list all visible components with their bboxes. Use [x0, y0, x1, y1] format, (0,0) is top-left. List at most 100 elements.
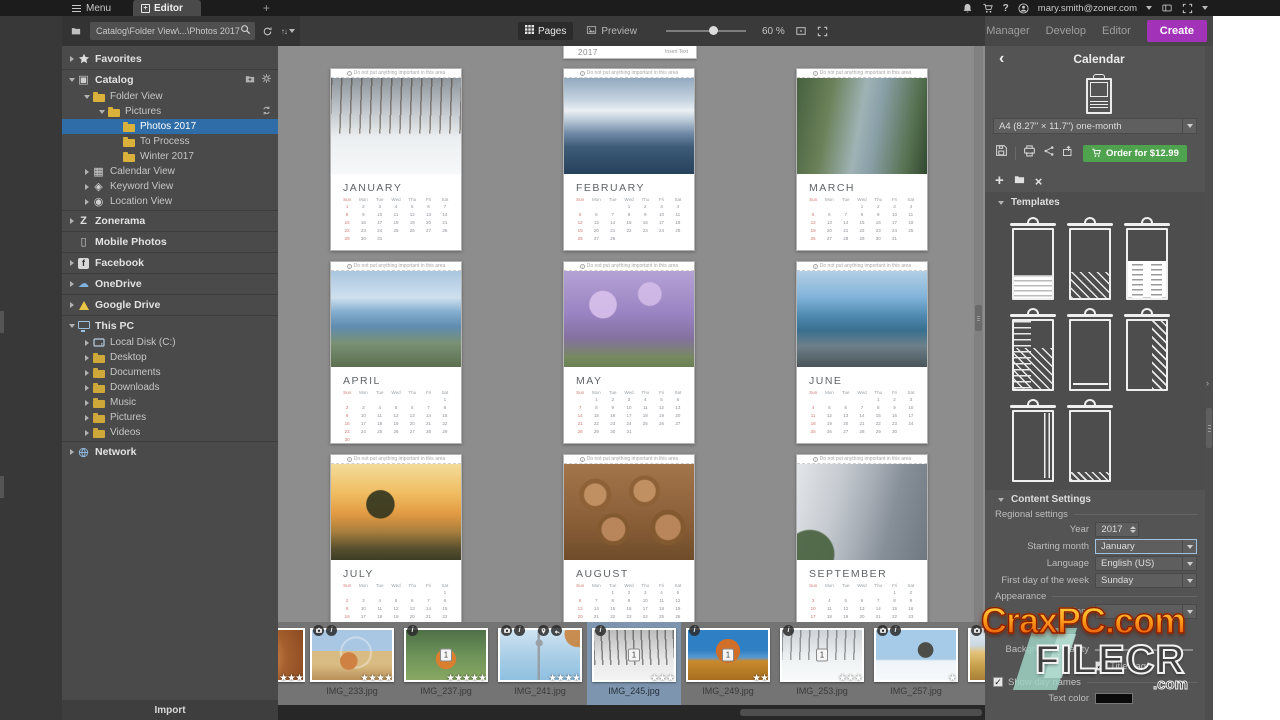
calendar-page-april[interactable]: iDo not put anything important in this a… — [330, 261, 462, 444]
calendar-page-february[interactable]: iDo not put anything important in this a… — [563, 68, 695, 251]
sidebar-item-downloads[interactable]: Downloads — [62, 380, 278, 395]
thumbnail-img-257-jpg[interactable]: i★IMG_257.jpg — [869, 622, 963, 705]
star-rating[interactable]: ★★★ — [279, 673, 303, 684]
panel-scrollbar-thumb[interactable] — [1206, 408, 1212, 448]
expand-arrow-icon[interactable] — [66, 324, 77, 328]
filmstrip-scrollbar-thumb[interactable] — [740, 709, 982, 716]
thumbnail-cut[interactable]: ★★★ — [278, 622, 305, 682]
calendar-title-page[interactable]: 2017 Insert Text — [563, 46, 697, 59]
sidebar-item-catalog[interactable]: ▣Catalog — [62, 71, 278, 89]
expand-arrow-icon[interactable] — [66, 260, 77, 266]
expand-arrow-icon[interactable] — [81, 355, 92, 361]
expand-arrow-icon[interactable] — [66, 302, 77, 308]
template-option-2-photo-hatch[interactable] — [1064, 218, 1116, 301]
calendar-page-august[interactable]: iDo not put anything important in this a… — [563, 454, 695, 622]
sidebar-item-zonerama[interactable]: ZZonerama — [62, 212, 278, 230]
sort-icon[interactable]: ↑↓ — [281, 27, 295, 36]
tab-create[interactable]: Create — [1147, 20, 1207, 42]
expand-arrow-icon[interactable] — [81, 385, 92, 391]
thumbnail-photo[interactable]: i★ — [874, 628, 958, 682]
pages-view-button[interactable]: Pages — [518, 22, 573, 40]
starting-month-select[interactable]: January — [1095, 539, 1197, 554]
stepper-arrows-icon[interactable] — [1128, 526, 1138, 533]
text-color-swatch[interactable] — [1095, 693, 1133, 704]
order-button[interactable]: Order for $12.99 — [1083, 145, 1187, 162]
zoom-slider[interactable] — [666, 30, 746, 32]
panel-collapse-handle[interactable] — [0, 311, 4, 333]
template-option-1-photo-lines[interactable] — [1007, 218, 1059, 301]
calendar-page-may[interactable]: iDo not put anything important in this a… — [563, 261, 695, 444]
sidebar-item-folder-view[interactable]: Folder View — [62, 89, 278, 104]
sidebar-item-videos[interactable]: Videos — [62, 425, 278, 440]
show-day-names-checkbox[interactable]: ✓ — [993, 677, 1003, 687]
account-icon[interactable] — [1018, 3, 1029, 14]
sidebar-item-mobile-photos[interactable]: ▯Mobile Photos — [62, 233, 278, 251]
format-select[interactable]: A4 (8.27" × 11.7") one-month — [993, 118, 1197, 134]
font-select[interactable] — [1095, 604, 1197, 619]
cart-icon[interactable] — [982, 3, 994, 14]
thumbnail-img-245-jpg[interactable]: i1★★★IMG_245.jpg — [587, 622, 681, 705]
template-option-3-photo-columns[interactable] — [1121, 218, 1173, 301]
template-option-6-photo-right-hatch[interactable] — [1121, 309, 1173, 392]
collapse-arrow-icon[interactable] — [995, 498, 1006, 502]
sidebar-item-winter-2017[interactable]: Winter 2017 — [62, 149, 278, 164]
star-rating[interactable]: ★ — [948, 673, 956, 684]
filmstrip-scrollbar[interactable] — [278, 705, 985, 720]
thumbnail-img-249-jpg[interactable]: i1★★IMG_249.jpg — [681, 622, 775, 705]
panel-scrollbar[interactable]: › — [1205, 46, 1213, 720]
sidebar-item-calendar-view[interactable]: ▦Calendar View — [62, 164, 278, 179]
gear-icon[interactable] — [261, 73, 272, 87]
expand-arrow-icon[interactable] — [81, 415, 92, 421]
expand-arrow-icon[interactable] — [81, 370, 92, 376]
expand-arrow-icon[interactable] — [81, 400, 92, 406]
expand-arrow-icon[interactable] — [81, 184, 92, 190]
sidebar-item-desktop[interactable]: Desktop — [62, 350, 278, 365]
account-email[interactable]: mary.smith@zoner.com — [1038, 3, 1137, 14]
sidebar-item-favorites[interactable]: Favorites — [62, 50, 278, 68]
preview-canvas[interactable]: 2017 Insert Text iDo not put anything im… — [278, 46, 985, 622]
star-rating[interactable]: ★★★ — [650, 673, 674, 684]
account-dropdown-icon[interactable] — [1146, 6, 1152, 10]
sidebar-item-pictures[interactable]: Pictures — [62, 104, 278, 119]
thumbnail-partial[interactable]: ★★★ — [278, 622, 305, 705]
thumbnail-photo[interactable]: i — [968, 628, 985, 682]
first-day-select[interactable]: Sunday — [1095, 573, 1197, 588]
template-option-8-photo-hatch-strip[interactable] — [1064, 400, 1116, 483]
sidebar-item-onedrive[interactable]: ☁OneDrive — [62, 275, 278, 293]
star-rating[interactable]: ★★★★ — [548, 673, 580, 684]
calendar-page-july[interactable]: iDo not put anything important in this a… — [330, 454, 462, 622]
sync-icon[interactable] — [261, 105, 272, 119]
save-button[interactable] — [995, 144, 1008, 162]
star-rating[interactable]: ★★★ — [838, 673, 862, 684]
fit-to-screen-button[interactable] — [817, 26, 828, 37]
star-rating[interactable]: ★★★★★ — [446, 673, 486, 684]
search-icon[interactable] — [240, 22, 251, 40]
tab-editor[interactable]: Editor — [1102, 25, 1131, 37]
sidebar-item-photos-2017[interactable]: Photos 2017 — [62, 119, 278, 134]
template-option-5-photo-full-line[interactable] — [1064, 309, 1116, 392]
expand-arrow-icon[interactable] — [66, 78, 77, 82]
help-icon[interactable]: ? — [1003, 3, 1009, 14]
expand-arrow-icon[interactable] — [81, 340, 92, 346]
sidebar-item-keyword-view[interactable]: ◈Keyword View — [62, 179, 278, 194]
calendar-page-january[interactable]: iDo not put anything important in this a… — [330, 68, 462, 251]
thumbnail-partial[interactable]: iIMG — [963, 622, 985, 705]
calendar-page-september[interactable]: iDo not put anything important in this a… — [796, 454, 928, 622]
refresh-icon[interactable] — [262, 26, 273, 37]
thumbnail-photo[interactable]: ★★★ — [278, 628, 305, 682]
canvas-scrollbar-thumb[interactable] — [975, 305, 982, 331]
breadcrumb[interactable]: Catalog\Folder View\...\Photos 2017 — [90, 22, 255, 40]
sidebar-item-music[interactable]: Music — [62, 395, 278, 410]
sidebar-item-facebook[interactable]: fFacebook — [62, 254, 278, 272]
collapse-arrow-icon[interactable] — [995, 201, 1006, 205]
thumbnail-img-233-jpg[interactable]: i★★★★IMG_233.jpg — [305, 622, 399, 705]
sidebar-item-this-pc[interactable]: This PC — [62, 317, 278, 335]
add-page-button[interactable]: + — [995, 174, 1004, 188]
thumbnail-img[interactable]: iIMG — [963, 622, 985, 696]
duplicate-page-button[interactable] — [1013, 172, 1026, 190]
template-option-4-hatch-left[interactable] — [1007, 309, 1059, 392]
folder-add-icon[interactable] — [244, 74, 256, 87]
zoom-slider-thumb[interactable] — [709, 26, 718, 35]
share-nodes-icon[interactable] — [1043, 144, 1055, 162]
delete-page-button[interactable]: × — [1035, 174, 1043, 189]
